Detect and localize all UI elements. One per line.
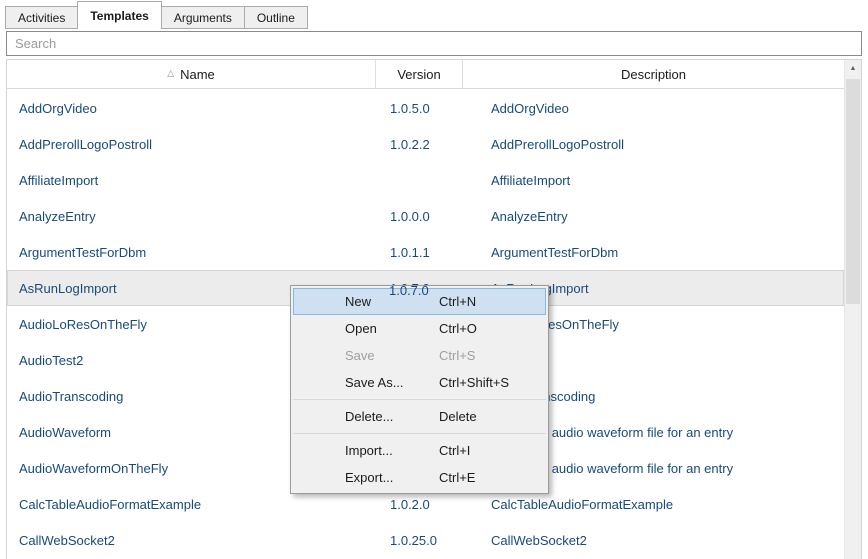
menu-item-label: Delete...	[345, 409, 439, 424]
menu-separator	[293, 433, 546, 434]
menu-item-shortcut: Delete	[439, 409, 477, 424]
cell-version: 1.0.1.1	[376, 245, 463, 260]
scroll-up-button[interactable]: ▲	[845, 60, 861, 77]
menu-item-label: Export...	[345, 470, 439, 485]
table-row[interactable]: AnalyzeEntry 1.0.0.0 AnalyzeEntry	[7, 198, 844, 234]
cell-description: CalcTableAudioFormatExample	[463, 497, 844, 512]
tab-label: Outline	[257, 11, 295, 25]
search-input[interactable]	[6, 31, 862, 56]
menu-item-save: Save Ctrl+S	[293, 342, 546, 369]
up-arrow-icon: ▲	[850, 65, 857, 72]
table-row[interactable]: ArgumentTestForDbm 1.0.1.1 ArgumentTestF…	[7, 234, 844, 270]
tab-label: Activities	[18, 11, 65, 25]
menu-item-label: Save	[345, 348, 439, 363]
cell-description: AddPrerollLogoPostroll	[463, 137, 844, 152]
cell-name: AddPrerollLogoPostroll	[7, 137, 376, 152]
column-header-label: Name	[180, 67, 215, 82]
menu-item-shortcut: Ctrl+I	[439, 443, 470, 458]
cell-description: AnalyzeEntry	[463, 209, 844, 224]
menu-item-import[interactable]: Import... Ctrl+I	[293, 437, 546, 464]
scrollbar-thumb[interactable]	[846, 79, 860, 304]
menu-item-save-as[interactable]: Save As... Ctrl+Shift+S	[293, 369, 546, 396]
context-menu: New Ctrl+N 1.0.7.0 Open Ctrl+O Save Ctrl…	[290, 285, 549, 494]
cell-version: 1.0.2.0	[376, 497, 463, 512]
table-row[interactable]: AddOrgVideo 1.0.5.0 AddOrgVideo	[7, 90, 844, 126]
tab-arguments[interactable]: Arguments	[161, 6, 245, 29]
cell-name: CallWebSocket2	[7, 533, 376, 548]
tab-templates[interactable]: Templates	[77, 1, 161, 29]
table-row[interactable]: AddPrerollLogoPostroll 1.0.2.2 AddPrerol…	[7, 126, 844, 162]
menu-item-export[interactable]: Export... Ctrl+E	[293, 464, 546, 491]
table-row[interactable]: AffiliateImport AffiliateImport	[7, 162, 844, 198]
cell-name: ArgumentTestForDbm	[7, 245, 376, 260]
cell-name: CalcTableAudioFormatExample	[7, 497, 376, 512]
column-header-description[interactable]: Description	[463, 60, 844, 88]
tab-outline[interactable]: Outline	[244, 6, 308, 29]
tab-label: Arguments	[174, 11, 232, 25]
menu-item-open[interactable]: Open Ctrl+O	[293, 315, 546, 342]
column-header-label: Description	[621, 67, 686, 82]
menu-item-shortcut: Ctrl+S	[439, 348, 475, 363]
menu-item-shortcut: Ctrl+Shift+S	[439, 375, 509, 390]
menu-item-label: Save As...	[345, 375, 439, 390]
cell-version: 1.0.0.0	[376, 209, 463, 224]
tab-activities[interactable]: Activities	[5, 6, 78, 29]
menu-item-shortcut: Ctrl+N	[439, 294, 476, 309]
sort-ascending-icon: △	[167, 68, 174, 79]
vertical-scrollbar[interactable]: ▲	[844, 60, 861, 559]
menu-item-label: Import...	[345, 443, 439, 458]
table-row[interactable]: CallWebSocket2 1.0.25.0 CallWebSocket2	[7, 522, 844, 558]
menu-item-shortcut: Ctrl+O	[439, 321, 477, 336]
menu-item-new[interactable]: New Ctrl+N 1.0.7.0	[293, 288, 546, 315]
cell-name: AffiliateImport	[7, 173, 376, 188]
tab-label: Templates	[90, 9, 148, 23]
column-header-label: Version	[397, 67, 440, 82]
tab-bar: Activities Templates Arguments Outline	[0, 0, 868, 29]
cell-version: 1.0.2.2	[376, 137, 463, 152]
cell-description: AddOrgVideo	[463, 101, 844, 116]
column-header-version[interactable]: Version	[376, 60, 463, 88]
cell-version: 1.0.25.0	[376, 533, 463, 548]
menu-item-label: Open	[345, 321, 439, 336]
menu-separator	[293, 399, 546, 400]
menu-item-delete[interactable]: Delete... Delete	[293, 403, 546, 430]
cell-name: AnalyzeEntry	[7, 209, 376, 224]
cell-name: AddOrgVideo	[7, 101, 376, 116]
column-header-name[interactable]: △ Name	[7, 60, 376, 88]
grid-header: △ Name Version Description	[7, 60, 844, 89]
cell-version: 1.0.5.0	[376, 101, 463, 116]
menu-item-shortcut: Ctrl+E	[439, 470, 475, 485]
cell-description: ArgumentTestForDbm	[463, 245, 844, 260]
cell-description: AffiliateImport	[463, 173, 844, 188]
cell-description: CallWebSocket2	[463, 533, 844, 548]
menu-item-label: New	[345, 294, 439, 309]
